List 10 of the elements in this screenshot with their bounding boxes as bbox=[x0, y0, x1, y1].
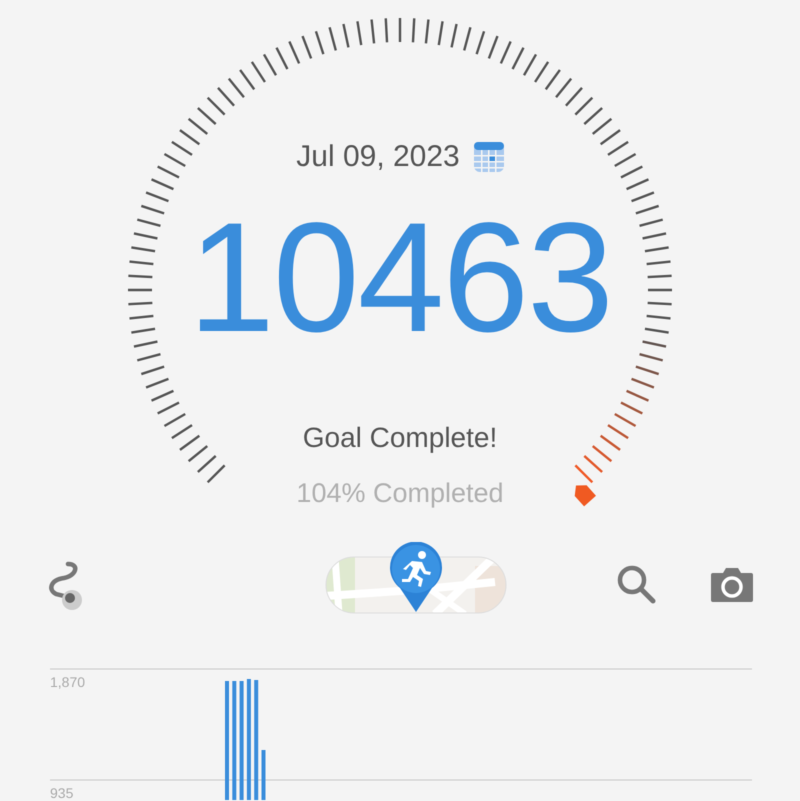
progress-marker bbox=[574, 485, 596, 506]
completion-percent: 104% Completed bbox=[296, 478, 504, 509]
camera-icon[interactable] bbox=[710, 567, 754, 603]
step-count: 10463 bbox=[188, 200, 612, 356]
calendar-icon[interactable] bbox=[474, 142, 504, 172]
search-icon[interactable] bbox=[616, 564, 658, 606]
goal-status: Goal Complete! bbox=[302, 422, 498, 454]
y-axis-label: 1,870 bbox=[50, 674, 86, 690]
date-label: Jul 09, 2023 bbox=[296, 140, 460, 174]
y-axis-label: 935 bbox=[50, 785, 74, 800]
